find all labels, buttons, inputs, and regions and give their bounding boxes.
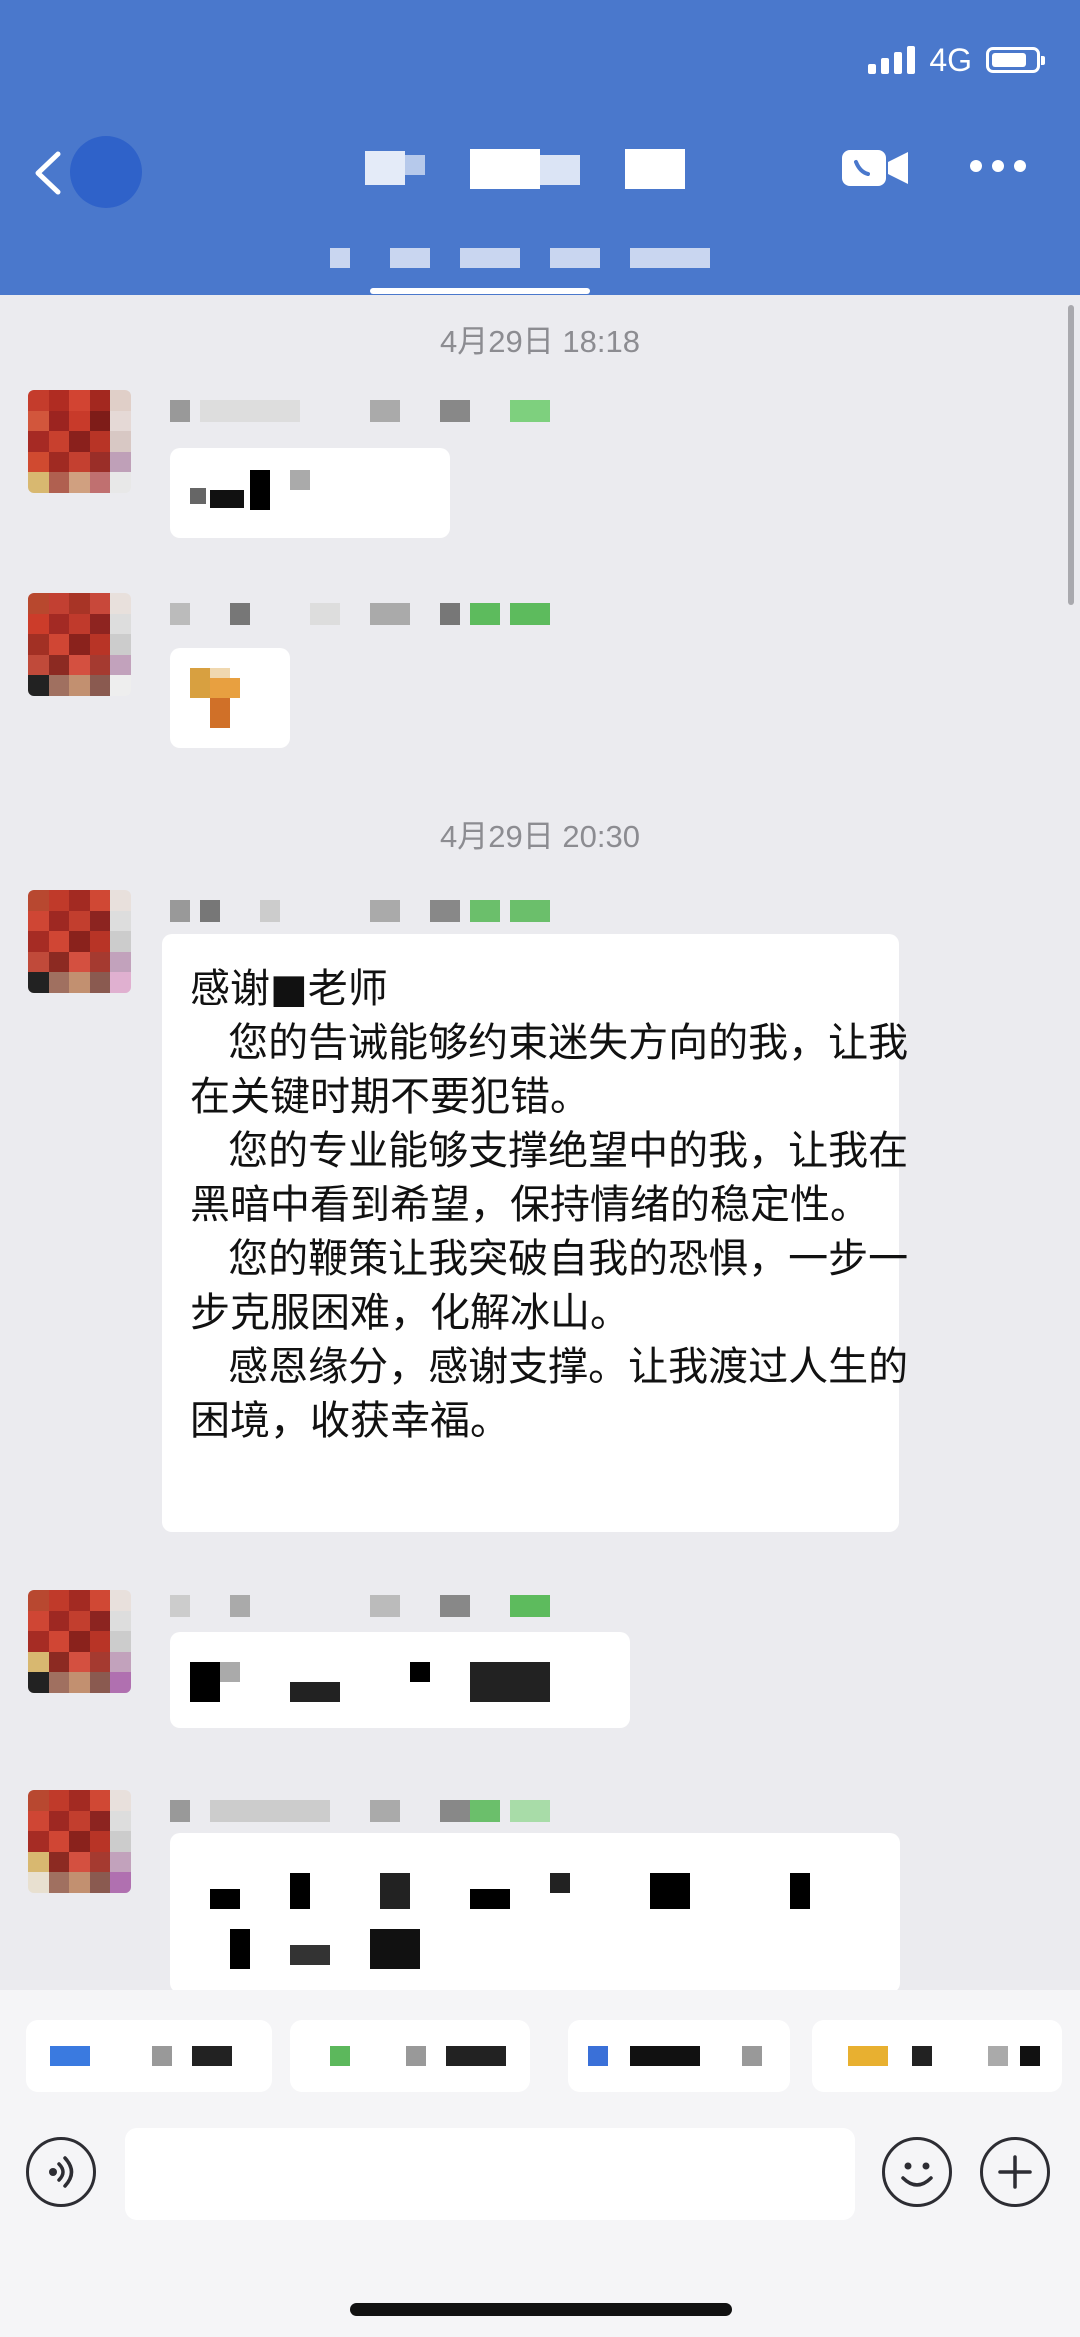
home-indicator[interactable] xyxy=(350,2303,732,2316)
sender-name xyxy=(170,593,570,633)
contact-avatar[interactable] xyxy=(70,136,142,208)
message-text: 感谢■老师 您的告诫能够约束迷失方向的我，让我在关键时期不要犯错。 您的专业能够… xyxy=(190,966,909,1444)
sender-avatar[interactable] xyxy=(28,1790,131,1893)
network-label: 4G xyxy=(929,41,972,78)
quick-action-chip[interactable] xyxy=(290,2020,530,2092)
sticker-bubble[interactable] xyxy=(170,648,290,748)
quick-action-chip[interactable] xyxy=(812,2020,1062,2092)
message-input[interactable] xyxy=(125,2128,855,2220)
back-arrow-icon[interactable] xyxy=(28,148,68,198)
chat-subtitle xyxy=(330,248,750,274)
timestamp: 4月29日 20:30 xyxy=(440,819,640,854)
timestamp: 4月29日 18:18 xyxy=(440,324,640,359)
battery-icon xyxy=(986,47,1045,73)
chat-title xyxy=(365,145,705,193)
plus-icon[interactable] xyxy=(980,2137,1050,2207)
message-bubble[interactable] xyxy=(170,1833,900,1993)
emoji-icon[interactable] xyxy=(882,2137,952,2207)
quick-action-chip[interactable] xyxy=(26,2020,272,2092)
chat-header: 4G xyxy=(0,0,1080,295)
sender-avatar[interactable] xyxy=(28,1590,131,1693)
quick-action-chip[interactable] xyxy=(568,2020,790,2092)
status-bar: 4G xyxy=(868,38,1045,82)
video-call-icon[interactable] xyxy=(842,148,908,188)
message-bubble[interactable] xyxy=(170,448,450,538)
sender-name xyxy=(170,1585,570,1625)
subtitle-underline xyxy=(370,288,590,294)
sender-avatar[interactable] xyxy=(28,390,131,493)
signal-icon xyxy=(868,46,916,74)
voice-input-icon[interactable] xyxy=(26,2137,96,2207)
sender-avatar[interactable] xyxy=(28,593,131,696)
scrollbar[interactable] xyxy=(1068,305,1074,605)
sender-name xyxy=(170,390,570,430)
sender-name xyxy=(170,1790,570,1830)
sender-name xyxy=(170,890,570,930)
message-bubble[interactable] xyxy=(170,1632,630,1728)
sender-avatar[interactable] xyxy=(28,890,131,993)
more-options-icon[interactable] xyxy=(970,160,1026,176)
